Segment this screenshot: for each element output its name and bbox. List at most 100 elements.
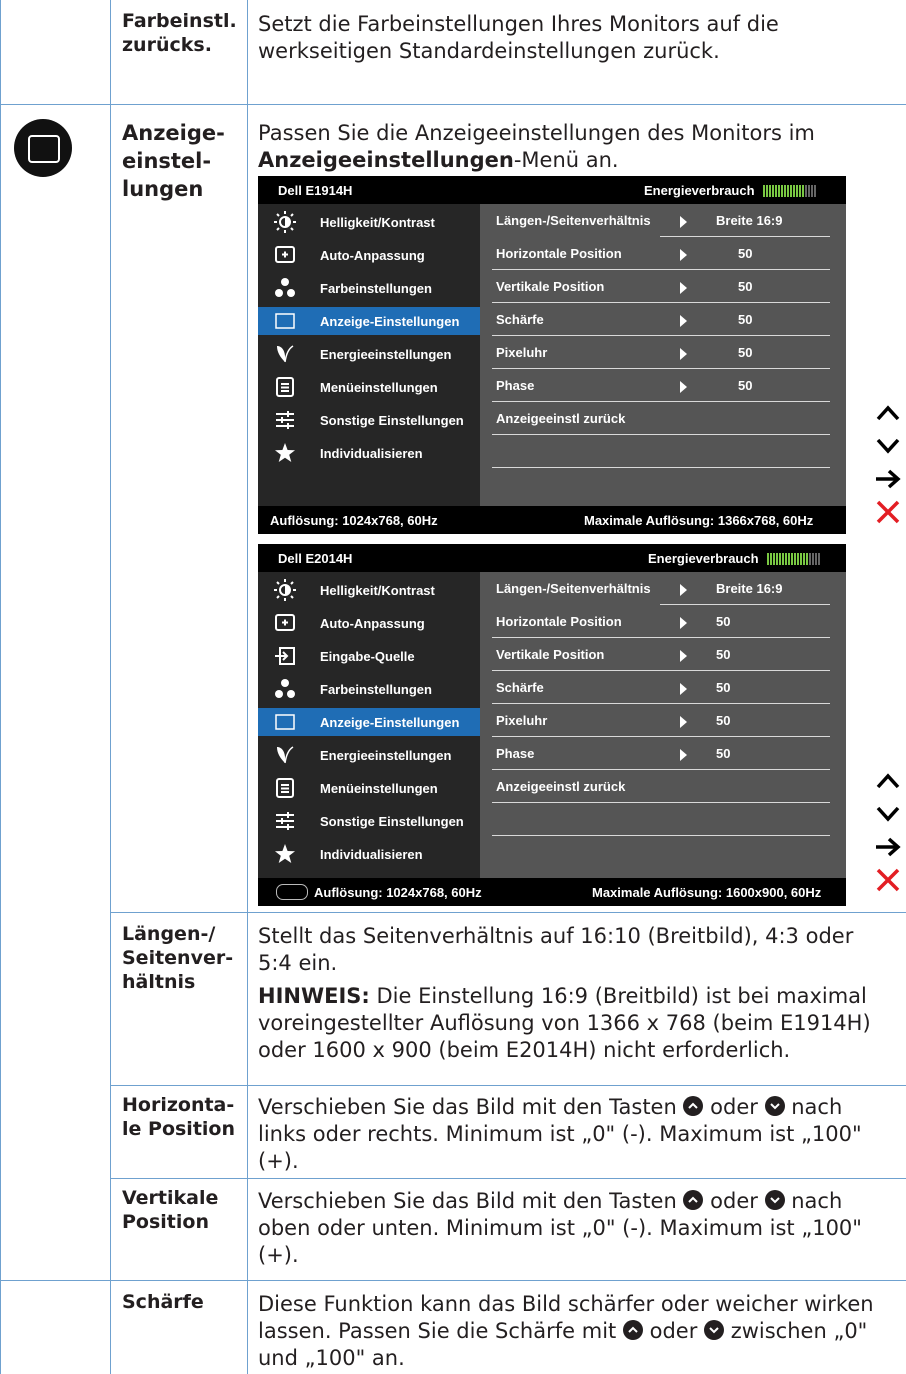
- osd-submenu-value: 50: [716, 746, 731, 761]
- osd-menu-item: Individualisieren: [258, 439, 480, 467]
- osd-submenu-item: [480, 803, 846, 836]
- osd-submenu-item: [480, 435, 846, 468]
- down-button-icon: [764, 1096, 785, 1116]
- display-icon: [274, 711, 296, 733]
- row-divider: [110, 1178, 906, 1179]
- osd-menu-item: Sonstige Einstellungen: [258, 807, 480, 835]
- osd-submenu-item: Schärfe 50: [480, 671, 846, 704]
- osd-submenu-value: 50: [716, 680, 731, 695]
- osd-submenu: Längen-/Seitenverhältnis Breite 16:9 Horiz…: [480, 572, 846, 878]
- auto-adjust-icon: [274, 612, 296, 634]
- osd-menu-label: Individualisieren: [320, 446, 423, 461]
- row-label-color-reset: Farbeinstl. zurücks.: [122, 10, 237, 56]
- osd-menu-label: Farbeinstellungen: [320, 682, 432, 697]
- osd-menu-item: Energieeinstellungen: [258, 741, 480, 769]
- osd-submenu-item: Pixeluhr 50: [480, 336, 846, 369]
- osd-menu-label: Menüeinstellungen: [320, 781, 438, 796]
- submenu-arrow-icon: [680, 617, 687, 629]
- osd-menu-label: Helligkeit/Kontrast: [320, 215, 435, 230]
- vga-connector-icon: [276, 884, 308, 900]
- osd-menu-label: Sonstige Einstellungen: [320, 814, 464, 829]
- osd-menu-label: Menüeinstellungen: [320, 380, 438, 395]
- row-divider: [0, 104, 906, 105]
- row-divider: [0, 1280, 906, 1281]
- osd-submenu-item: Horizontale Position 50: [480, 605, 846, 638]
- osd-submenu-item: Schärfe 50: [480, 303, 846, 336]
- osd-submenu-value: 50: [738, 345, 753, 360]
- max-resolution: Maximale Auflösung: 1366x768, 60Hz: [584, 513, 814, 528]
- submenu-arrow-icon: [680, 216, 687, 228]
- exit-x-icon: [873, 865, 903, 895]
- osd-menu-item: Auto-Anpassung: [258, 609, 480, 637]
- osd-menu-label: Eingabe-Quelle: [320, 649, 415, 664]
- osd-menu-item: Energieeinstellungen: [258, 340, 480, 368]
- osd-submenu-value: 50: [738, 312, 753, 327]
- display-settings-icon: [14, 119, 72, 177]
- table-divider-2: [247, 0, 248, 1374]
- menu-icon: [274, 376, 296, 398]
- brightness-icon: [274, 211, 296, 233]
- color-icon: [274, 678, 296, 700]
- row-desc-display: Passen Sie die Anzeigeeinstellungen des …: [258, 121, 815, 172]
- osd-menu-label: Energieeinstellungen: [320, 347, 452, 362]
- osd-submenu-value: Breite 16:9: [716, 581, 783, 596]
- other-settings-icon: [274, 810, 296, 832]
- submenu-arrow-icon: [680, 249, 687, 261]
- row-label-aspect: Längen-/ Seitenver- hältnis: [122, 923, 234, 993]
- osd-menu-item: Auto-Anpassung: [258, 241, 480, 269]
- osd-submenu-item: Vertikale Position 50: [480, 270, 846, 303]
- osd-submenu-item: Phase 50: [480, 369, 846, 402]
- osd-submenu-item: Längen-/Seitenverhältnis Breite 16:9: [480, 572, 846, 605]
- osd-screenshot-e2014h: Dell E2014H Energieverbrauch Helligkeit/…: [258, 544, 846, 906]
- down-button-icon: [764, 1190, 785, 1210]
- enter-arrow-icon: [873, 832, 903, 862]
- osd-menu-label: Anzeige-Einstellungen: [320, 314, 460, 329]
- osd-model: Dell E2014H: [278, 551, 353, 566]
- exit-x-icon: [873, 497, 903, 527]
- osd-title-bar: Dell E2014H Energieverbrauch: [258, 544, 846, 572]
- row-desc-sharpness: Diese Funktion kann das Bild schärfer od…: [258, 1292, 874, 1370]
- osd-submenu-item: Anzeigeeinstl zurück: [480, 402, 846, 435]
- osd-menu-item: Menüeinstellungen: [258, 774, 480, 802]
- osd-menu-label: Sonstige Einstellungen: [320, 413, 464, 428]
- osd-menu-item: Farbeinstellungen: [258, 274, 480, 302]
- color-icon: [274, 277, 296, 299]
- osd-menu-item: Helligkeit/Kontrast: [258, 208, 480, 236]
- submenu-arrow-icon: [680, 348, 687, 360]
- osd-title-bar: Dell E1914H Energieverbrauch: [258, 176, 846, 204]
- row-label-hpos: Horizonta- le Position: [122, 1094, 235, 1140]
- osd-submenu-item: Längen-/Seitenverhältnis Breite 16:9: [480, 204, 846, 237]
- osd-submenu-label: Anzeigeeinstl zurück: [496, 779, 626, 794]
- osd-submenu-value: 50: [738, 378, 753, 393]
- osd-submenu-label: Längen-/Seitenverhältnis: [496, 213, 651, 228]
- submenu-arrow-icon: [680, 584, 687, 596]
- osd-submenu-label: Phase: [496, 746, 535, 761]
- energy-meter: Energieverbrauch: [644, 183, 817, 200]
- row-divider: [110, 912, 906, 913]
- osd-submenu-item: Pixeluhr 50: [480, 704, 846, 737]
- osd-menu-list: Helligkeit/Kontrast Auto-Anpassung Farbein…: [258, 204, 480, 506]
- osd-submenu-item: Horizontale Position 50: [480, 237, 846, 270]
- osd-submenu-label: Schärfe: [496, 680, 544, 695]
- row-desc-vpos: Verschieben Sie das Bild mit den Tasten …: [258, 1189, 862, 1267]
- row-desc-color-reset: Setzt die Farbeinstellungen Ihres Monito…: [258, 12, 779, 63]
- osd-menu-label: Auto-Anpassung: [320, 248, 425, 263]
- osd-model: Dell E1914H: [278, 183, 353, 198]
- up-arrow-icon: [873, 398, 903, 428]
- osd-submenu-item: Anzeigeeinstl zurück: [480, 770, 846, 803]
- resolution: Auflösung: 1024x768, 60Hz: [314, 885, 482, 900]
- row-label-display: Anzeige- einstel- lungen: [122, 121, 225, 201]
- max-resolution: Maximale Auflösung: 1600x900, 60Hz: [592, 885, 822, 900]
- down-button-icon: [704, 1320, 725, 1340]
- osd-submenu-label: Anzeigeeinstl zurück: [496, 411, 626, 426]
- osd-menu-item: Helligkeit/Kontrast: [258, 576, 480, 604]
- osd-submenu-item: Phase 50: [480, 737, 846, 770]
- up-button-icon: [683, 1096, 704, 1116]
- auto-adjust-icon: [274, 244, 296, 266]
- submenu-arrow-icon: [680, 683, 687, 695]
- osd-menu-item: Anzeige-Einstellungen: [258, 307, 480, 335]
- osd-submenu-label: Pixeluhr: [496, 713, 548, 728]
- osd-submenu-label: Vertikale Position: [496, 279, 605, 294]
- star-icon: [274, 442, 296, 464]
- osd-menu-item: Anzeige-Einstellungen: [258, 708, 480, 736]
